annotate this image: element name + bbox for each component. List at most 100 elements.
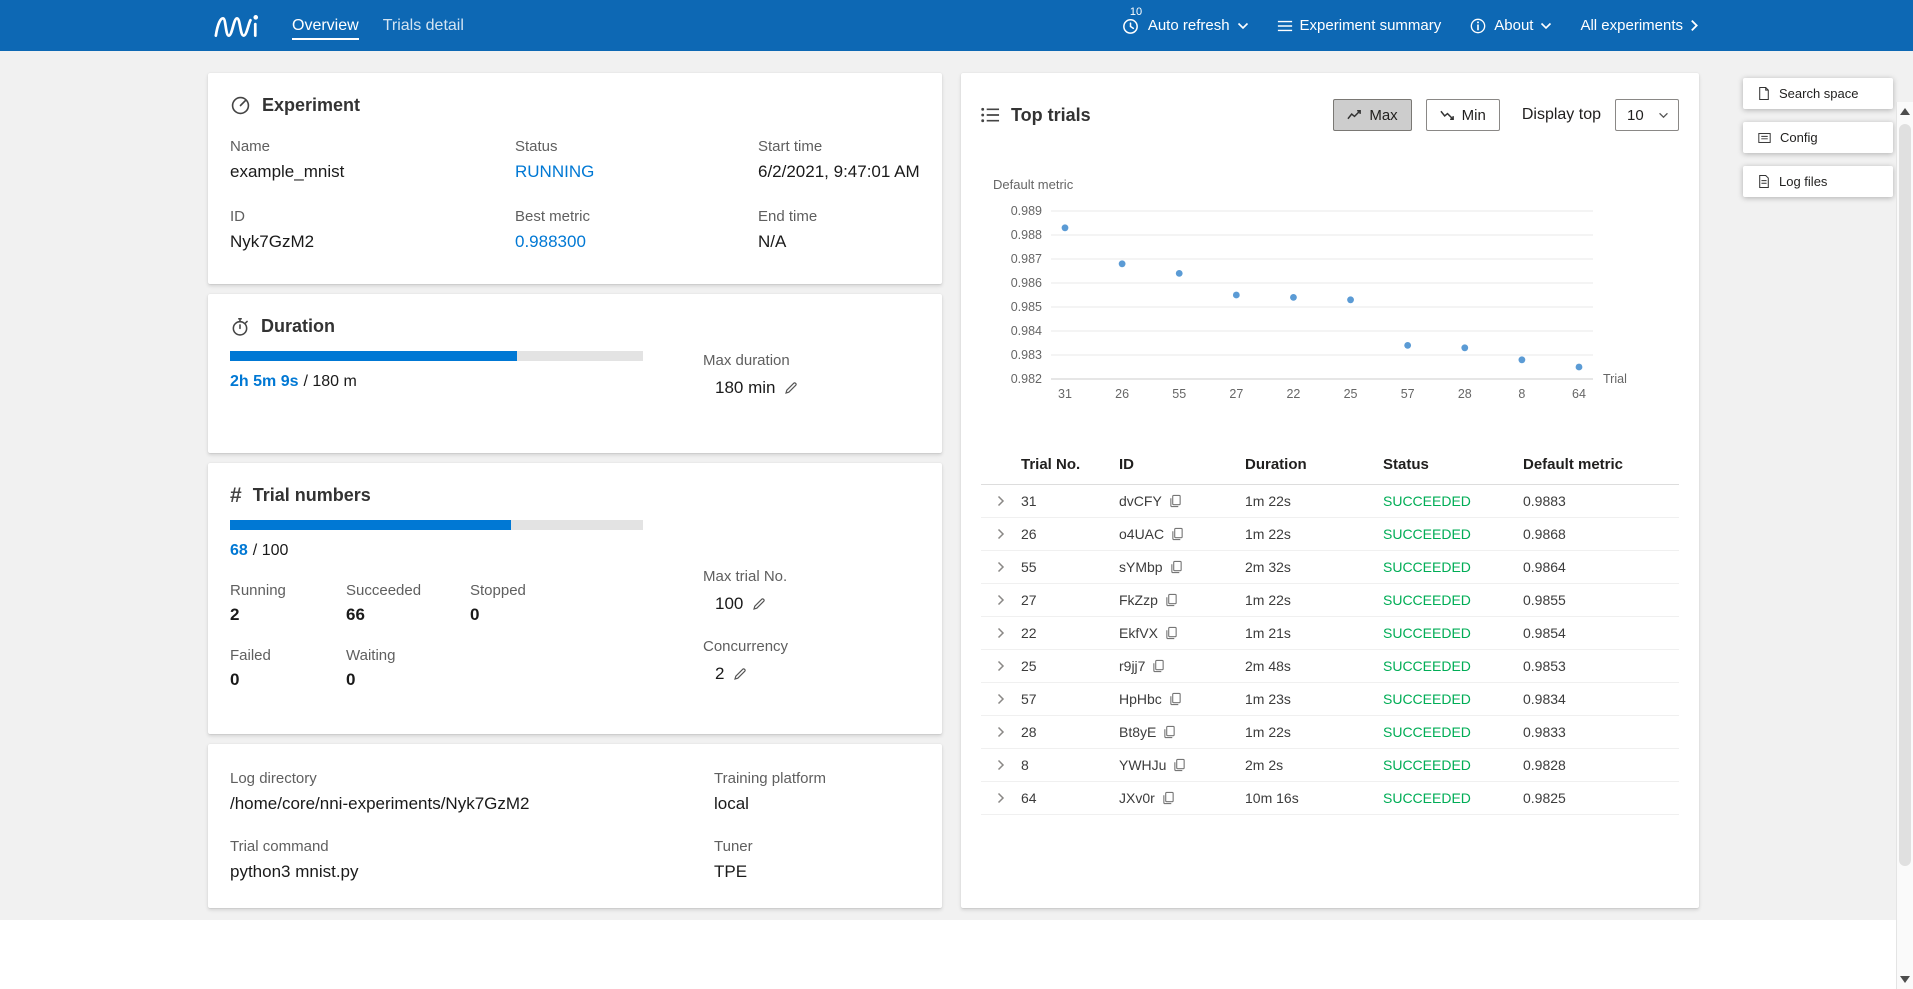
info-icon [1469,17,1487,35]
experiment-summary-button[interactable]: Experiment summary [1277,17,1442,34]
counter-running: Running 2 [230,582,346,625]
duration-progress-text: 2h 5m 9s/ 180 m [230,373,643,391]
row-expand-button[interactable] [981,759,1021,771]
trend-down-icon [1440,109,1455,121]
table-row[interactable]: 28 Bt8yE 1m 22s SUCCEEDED 0.9833 [981,716,1679,749]
row-expand-button[interactable] [981,660,1021,672]
svg-text:0.988: 0.988 [1011,228,1042,242]
experiment-card-title: Experiment [262,95,360,116]
nav-tabs: Overview Trials detail [292,12,464,40]
table-row[interactable]: 55 sYMbp 2m 32s SUCCEEDED 0.9864 [981,551,1679,584]
cell-default-metric: 0.9853 [1523,658,1679,674]
vertical-scrollbar[interactable] [1896,102,1913,989]
top-trials-card: Top trials Max Min Display [961,73,1699,908]
duration-card: Duration 2h 5m 9s/ 180 m Max duration 18… [208,294,942,453]
copy-icon[interactable] [1173,758,1186,772]
row-expand-button[interactable] [981,528,1021,540]
config-button[interactable]: Config [1743,122,1893,153]
copy-icon[interactable] [1170,560,1183,574]
copy-icon[interactable] [1163,725,1176,739]
cell-id: o4UAC [1119,526,1245,542]
trial-id-text: HpHbc [1119,691,1162,707]
max-duration-value: 180 min [715,378,775,398]
edit-icon[interactable] [752,597,766,611]
svg-text:0.986: 0.986 [1011,276,1042,290]
experiment-card: Experiment Name example_mnist Status RUN… [208,73,942,284]
log-files-icon [1758,174,1770,189]
nni-logo[interactable] [212,10,262,42]
row-expand-button[interactable] [981,594,1021,606]
field-name: Name example_mnist [230,138,515,182]
svg-text:Default metric: Default metric [993,177,1074,192]
page-content: Experiment Name example_mnist Status RUN… [0,51,1913,920]
table-row[interactable]: 25 r9jj7 2m 48s SUCCEEDED 0.9853 [981,650,1679,683]
display-top-select[interactable]: 10 [1615,99,1679,131]
table-row[interactable]: 27 FkZzp 1m 22s SUCCEEDED 0.9855 [981,584,1679,617]
chevron-right-icon [997,561,1005,573]
copy-icon[interactable] [1169,494,1182,508]
concurrency-block: Concurrency 2 [703,638,788,684]
copy-icon[interactable] [1171,527,1184,541]
field-trial-command: Trial command python3 mnist.py [230,838,714,882]
trend-up-icon [1347,109,1362,121]
svg-text:0.982: 0.982 [1011,372,1042,386]
edit-icon[interactable] [784,381,798,395]
copy-icon[interactable] [1165,593,1178,607]
copy-icon[interactable] [1169,692,1182,706]
top-nav: Overview Trials detail 10 Auto refresh E… [0,0,1913,51]
all-experiments-label: All experiments [1580,17,1683,34]
about-menu[interactable]: About [1469,17,1552,35]
row-expand-button[interactable] [981,726,1021,738]
svg-text:27: 27 [1229,387,1243,401]
cell-default-metric: 0.9834 [1523,691,1679,707]
top-trials-table: Trial No. ID Duration Status Default met… [981,445,1679,815]
header-status: Status [1383,456,1523,473]
status-badge: RUNNING [515,162,758,182]
row-expand-button[interactable] [981,792,1021,804]
scroll-up-arrow[interactable] [1900,108,1910,115]
max-trial-label: Max trial No. [703,568,788,585]
tab-trials-detail[interactable]: Trials detail [383,12,464,40]
table-row[interactable]: 64 JXv0r 10m 16s SUCCEEDED 0.9825 [981,782,1679,815]
scrollbar-thumb[interactable] [1899,124,1911,866]
table-row[interactable]: 22 EkfVX 1m 21s SUCCEEDED 0.9854 [981,617,1679,650]
all-experiments-link[interactable]: All experiments [1580,17,1699,34]
trial-numbers-card: # Trial numbers 68/ 100 Running 2 [208,463,942,734]
cell-id: FkZzp [1119,592,1245,608]
cell-trial-no: 26 [1021,526,1119,542]
row-expand-button[interactable] [981,693,1021,705]
svg-text:26: 26 [1115,387,1129,401]
cell-status: SUCCEEDED [1383,658,1523,674]
cell-trial-no: 55 [1021,559,1119,575]
scroll-down-arrow[interactable] [1900,976,1910,983]
row-expand-button[interactable] [981,561,1021,573]
copy-icon[interactable] [1152,659,1165,673]
cell-trial-no: 8 [1021,757,1119,773]
field-log-directory: Log directory /home/core/nni-experiments… [230,770,714,814]
min-button[interactable]: Min [1426,99,1500,131]
cell-default-metric: 0.9828 [1523,757,1679,773]
table-row[interactable]: 57 HpHbc 1m 23s SUCCEEDED 0.9834 [981,683,1679,716]
header-duration: Duration [1245,456,1383,473]
row-expand-button[interactable] [981,627,1021,639]
search-space-button[interactable]: Search space [1743,78,1893,109]
trial-id-text: Bt8yE [1119,724,1156,740]
table-row[interactable]: 26 o4UAC 1m 22s SUCCEEDED 0.9868 [981,518,1679,551]
table-row[interactable]: 31 dvCFY 1m 22s SUCCEEDED 0.9883 [981,485,1679,518]
duration-total: / 180 m [303,373,356,390]
gauge-icon [230,95,251,116]
log-files-button[interactable]: Log files [1743,166,1893,197]
copy-icon[interactable] [1165,626,1178,640]
chevron-right-icon [997,627,1005,639]
copy-icon[interactable] [1162,791,1175,805]
row-expand-button[interactable] [981,495,1021,507]
auto-refresh-control[interactable]: 10 Auto refresh [1121,16,1249,36]
duration-progress-block: 2h 5m 9s/ 180 m [230,351,643,398]
counter-succeeded: Succeeded 66 [346,582,470,625]
duration-progress-fill [230,351,517,361]
max-button[interactable]: Max [1333,99,1411,131]
svg-text:22: 22 [1286,387,1300,401]
table-row[interactable]: 8 YWHJu 2m 2s SUCCEEDED 0.9828 [981,749,1679,782]
tab-overview[interactable]: Overview [292,12,359,40]
edit-icon[interactable] [733,667,747,681]
